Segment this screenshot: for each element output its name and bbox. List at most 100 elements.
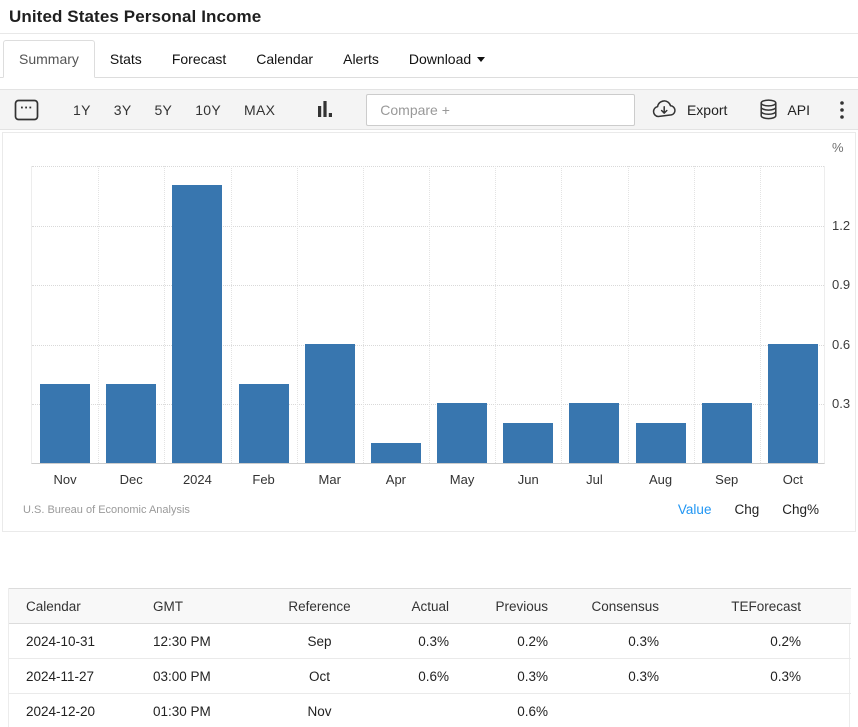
table-cell: 0.2% (477, 624, 582, 659)
tab-bar: Summary Stats Forecast Calendar Alerts Downlo… (0, 34, 858, 78)
date-range-calendar-button[interactable] (14, 98, 39, 121)
bar-nov[interactable] (40, 384, 90, 463)
compare-input[interactable] (366, 94, 635, 126)
bar-jul[interactable] (569, 403, 619, 463)
table-cell: Nov (257, 694, 382, 727)
calendar-icon (14, 98, 39, 121)
chart-toolbar: 1Y 3Y 5Y 10Y MAX Export (0, 89, 858, 130)
table-cell: 0.3% (382, 624, 477, 659)
export-label: Export (687, 102, 727, 118)
table-cell: 12:30 PM (149, 624, 257, 659)
table-cell: 0.2% (700, 624, 851, 659)
table-cell (582, 694, 700, 727)
tab-label: Download (409, 51, 471, 67)
chart-footer: U.S. Bureau of Economic Analysis Value Ch… (23, 502, 819, 517)
export-button[interactable]: Export (651, 100, 727, 119)
y-gridline (32, 166, 824, 167)
range-button-max[interactable]: MAX (244, 102, 275, 118)
x-tick-label: 2024 (164, 472, 230, 487)
bar-may[interactable] (437, 403, 487, 463)
bar-oct[interactable] (768, 344, 818, 463)
x-gridline (628, 166, 629, 463)
x-gridline (760, 166, 761, 463)
tab-stats[interactable]: Stats (95, 41, 157, 77)
y-gridline (32, 226, 824, 227)
x-tick-label: Jul (561, 472, 627, 487)
column-header-consensus: Consensus (582, 589, 700, 624)
x-tick-label: Aug (628, 472, 694, 487)
bar-sep[interactable] (702, 403, 752, 463)
bar-aug[interactable] (636, 423, 686, 463)
table-cell (382, 694, 477, 727)
chevron-down-icon (477, 57, 485, 62)
table-cell: 0.3% (700, 659, 851, 694)
range-buttons: 1Y 3Y 5Y 10Y MAX (73, 102, 275, 118)
chart-type-button[interactable] (317, 100, 333, 119)
page-header: United States Personal Income (0, 0, 858, 34)
bar-2024[interactable] (172, 185, 222, 463)
range-button-10y[interactable]: 10Y (195, 102, 221, 118)
tab-label: Forecast (172, 51, 226, 67)
kebab-menu-icon (840, 101, 844, 119)
x-gridline (297, 166, 298, 463)
y-gridline (32, 285, 824, 286)
y-tick-label: 0.6 (832, 337, 858, 352)
chart-card: NovDec2024FebMarAprMayJunJulAugSepOct0.3… (2, 132, 856, 532)
bar-chart-icon (317, 100, 333, 119)
table-cell: 2024-11-27 (9, 659, 149, 694)
more-options-button[interactable] (840, 101, 844, 119)
api-button[interactable]: API (759, 99, 810, 120)
database-icon (759, 99, 778, 120)
table-row[interactable]: 2024-12-2001:30 PMNov0.6% (9, 694, 851, 727)
tab-summary[interactable]: Summary (3, 40, 95, 78)
table-cell: 0.6% (382, 659, 477, 694)
chart-mode-link-value[interactable]: Value (678, 502, 712, 517)
bar-apr[interactable] (371, 443, 421, 463)
x-tick-label: Nov (32, 472, 98, 487)
table-cell (700, 694, 851, 727)
api-label: API (787, 102, 810, 118)
table-header-row: CalendarGMTReferenceActualPreviousConsen… (9, 589, 851, 624)
y-tick-label: 1.2 (832, 218, 858, 233)
tab-label: Stats (110, 51, 142, 67)
bar-jun[interactable] (503, 423, 553, 463)
table-row[interactable]: 2024-10-3112:30 PMSep0.3%0.2%0.3%0.2% (9, 624, 851, 659)
table-cell: 0.3% (477, 659, 582, 694)
calendar-table-head: CalendarGMTReferenceActualPreviousConsen… (9, 589, 851, 624)
y-gridline (32, 345, 824, 346)
bar-mar[interactable] (305, 344, 355, 463)
tab-forecast[interactable]: Forecast (157, 41, 241, 77)
column-header-teforecast: TEForecast (700, 589, 851, 624)
tab-calendar[interactable]: Calendar (241, 41, 328, 77)
tab-label: Alerts (343, 51, 379, 67)
table-cell: 03:00 PM (149, 659, 257, 694)
table-cell: Oct (257, 659, 382, 694)
table-cell: 2024-12-20 (9, 694, 149, 727)
range-button-5y[interactable]: 5Y (154, 102, 172, 118)
x-gridline (561, 166, 562, 463)
table-cell: Sep (257, 624, 382, 659)
table-cell: 0.3% (582, 624, 700, 659)
column-header-reference: Reference (257, 589, 382, 624)
bar-feb[interactable] (239, 384, 289, 463)
x-gridline (694, 166, 695, 463)
source-attribution: U.S. Bureau of Economic Analysis (23, 504, 190, 516)
range-button-3y[interactable]: 3Y (114, 102, 132, 118)
calendar-table: CalendarGMTReferenceActualPreviousConsen… (9, 588, 851, 727)
bar-dec[interactable] (106, 384, 156, 463)
cloud-download-icon (651, 100, 678, 119)
tab-download[interactable]: Download (394, 41, 500, 77)
column-header-gmt: GMT (149, 589, 257, 624)
tab-alerts[interactable]: Alerts (328, 41, 394, 77)
chart-mode-link-chg[interactable]: Chg (734, 502, 759, 517)
x-tick-label: Jun (495, 472, 561, 487)
calendar-table-container: CalendarGMTReferenceActualPreviousConsen… (8, 588, 850, 727)
column-header-calendar: Calendar (9, 589, 149, 624)
table-row[interactable]: 2024-11-2703:00 PMOct0.6%0.3%0.3%0.3% (9, 659, 851, 694)
x-gridline (429, 166, 430, 463)
x-tick-label: Apr (363, 472, 429, 487)
chart-mode-link-chg[interactable]: Chg% (782, 502, 819, 517)
table-cell: 0.3% (582, 659, 700, 694)
range-button-1y[interactable]: 1Y (73, 102, 91, 118)
column-header-actual: Actual (382, 589, 477, 624)
